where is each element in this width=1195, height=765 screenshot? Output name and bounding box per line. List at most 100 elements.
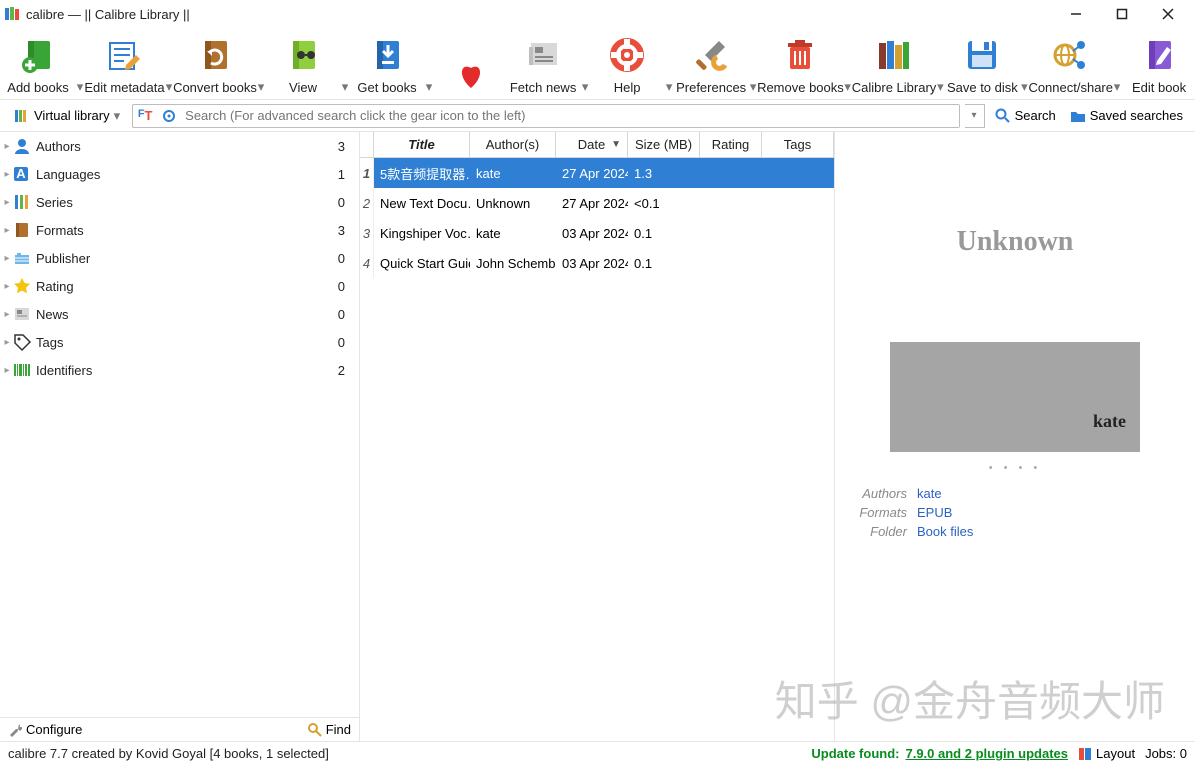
meta-folder-value[interactable]: Book files — [917, 524, 973, 539]
sidebar-item-languages[interactable]: ▸ A Languages 1 — [0, 160, 359, 188]
expand-icon[interactable]: ▸ — [2, 225, 12, 236]
maximize-button[interactable] — [1099, 0, 1145, 28]
expand-icon[interactable]: ▸ — [2, 253, 12, 264]
cell-date: 27 Apr 2024 — [556, 188, 628, 218]
sidebar-item-count: 2 — [338, 363, 351, 378]
update-found-label: Update found: — [811, 746, 899, 761]
preferences-button[interactable]: Preferences — [675, 32, 747, 95]
calibre-library-dropdown[interactable]: ▾ — [934, 79, 946, 95]
view-button[interactable]: View — [267, 32, 339, 95]
fetch-news-icon — [522, 34, 564, 76]
cell-authors: kate — [470, 218, 556, 248]
calibre-library-icon — [873, 34, 915, 76]
virtual-library-label: Virtual library — [34, 108, 110, 123]
sidebar-item-count: 3 — [338, 139, 351, 154]
get-books-icon — [366, 34, 408, 76]
convert-books-button[interactable]: Convert books — [175, 32, 255, 95]
get-books-dropdown[interactable]: ▾ — [423, 79, 435, 95]
close-button[interactable] — [1145, 0, 1191, 28]
sort-desc-icon: ▼ — [611, 139, 621, 150]
col-header-size[interactable]: Size (MB) — [628, 132, 700, 157]
edit-book-button[interactable]: Edit book — [1123, 32, 1195, 95]
sidebar-item-label: Publisher — [36, 251, 338, 266]
remove-books-label: Remove books — [757, 80, 844, 95]
table-row[interactable]: 4 Quick Start Guide John Schember 03 Apr… — [360, 248, 834, 278]
add-books-button[interactable]: Add books — [2, 32, 74, 95]
calibre-library-button[interactable]: Calibre Library — [854, 32, 935, 95]
search-button[interactable]: Search — [991, 108, 1060, 124]
col-header-authors[interactable]: Author(s) — [470, 132, 556, 157]
col-header-rating[interactable]: Rating — [700, 132, 762, 157]
meta-folder-label: Folder — [847, 524, 917, 539]
edit-metadata-button[interactable]: Edit metadata — [86, 32, 163, 95]
sidebar-item-publisher[interactable]: ▸ Publisher 0 — [0, 244, 359, 272]
expand-icon[interactable]: ▸ — [2, 141, 12, 152]
cell-date: 03 Apr 2024 — [556, 248, 628, 278]
virtual-library-button[interactable]: Virtual library ▾ — [8, 106, 126, 126]
sidebar-item-news[interactable]: ▸ News 0 — [0, 300, 359, 328]
identifiers-icon — [12, 360, 32, 380]
cell-authors: Unknown — [470, 188, 556, 218]
table-row[interactable]: 1 5款音频提取器… kate 27 Apr 2024 1.3 — [360, 158, 834, 188]
expand-icon[interactable]: ▸ — [2, 365, 12, 376]
cell-size: <0.1 — [628, 188, 700, 218]
expand-icon[interactable]: ▸ — [2, 197, 12, 208]
col-header-date[interactable]: Date▼ — [556, 132, 628, 157]
minimize-button[interactable] — [1053, 0, 1099, 28]
view-dropdown[interactable]: ▾ — [339, 79, 351, 95]
expand-icon[interactable]: ▸ — [2, 169, 12, 180]
rating-icon — [12, 276, 32, 296]
cover-title: Unknown — [957, 226, 1074, 258]
fetch-news-dropdown[interactable]: ▾ — [579, 79, 591, 95]
row-number: 2 — [360, 188, 374, 218]
search-icon — [995, 108, 1011, 124]
jobs-label[interactable]: Jobs: 0 — [1145, 746, 1187, 761]
preferences-icon — [690, 34, 732, 76]
help-dropdown[interactable]: ▾ — [663, 79, 675, 95]
sidebar-item-label: Identifiers — [36, 363, 338, 378]
search-input[interactable] — [181, 105, 958, 127]
meta-authors-value[interactable]: kate — [917, 486, 942, 501]
sidebar-item-rating[interactable]: ▸ Rating 0 — [0, 272, 359, 300]
fulltext-search-button[interactable]: FT — [133, 105, 157, 127]
meta-formats-value[interactable]: EPUB — [917, 505, 952, 520]
cell-title: Kingshiper Voc… — [374, 218, 470, 248]
authors-icon — [12, 136, 32, 156]
advanced-search-gear-button[interactable] — [157, 105, 181, 127]
saved-searches-button[interactable]: Saved searches — [1066, 108, 1187, 124]
sidebar-item-identifiers[interactable]: ▸ Identifiers 2 — [0, 356, 359, 384]
remove-books-button[interactable]: Remove books — [759, 32, 842, 95]
saved-searches-label: Saved searches — [1090, 108, 1183, 123]
expand-icon[interactable]: ▸ — [2, 309, 12, 320]
col-header-title[interactable]: Title — [374, 132, 470, 157]
help-button[interactable]: Help — [591, 32, 663, 95]
connect-share-dropdown[interactable]: ▾ — [1111, 79, 1123, 95]
splitter-handle[interactable]: • • • • — [835, 462, 1195, 480]
heart-button[interactable] — [435, 51, 507, 95]
sidebar-item-authors[interactable]: ▸ Authors 3 — [0, 132, 359, 160]
fetch-news-button[interactable]: Fetch news — [507, 32, 579, 95]
save-to-disk-button[interactable]: Save to disk — [946, 32, 1018, 95]
search-history-dropdown[interactable]: ▾ — [965, 104, 985, 128]
sidebar-item-series[interactable]: ▸ Series 0 — [0, 188, 359, 216]
convert-books-dropdown[interactable]: ▾ — [255, 79, 267, 95]
get-books-button[interactable]: Get books — [351, 32, 423, 95]
find-button[interactable]: Find — [308, 722, 351, 737]
cover-preview[interactable]: Unknown kate — [835, 132, 1195, 462]
update-link[interactable]: 7.9.0 and 2 plugin updates — [905, 746, 1068, 761]
search-icon — [308, 723, 322, 737]
cell-tags — [762, 188, 834, 218]
table-row[interactable]: 2 New Text Docu… Unknown 27 Apr 2024 <0.… — [360, 188, 834, 218]
expand-icon[interactable]: ▸ — [2, 337, 12, 348]
tag-browser: ▸ Authors 3▸ A Languages 1▸ Series 0▸ Fo… — [0, 132, 360, 741]
expand-icon[interactable]: ▸ — [2, 281, 12, 292]
layout-button[interactable]: Layout — [1078, 746, 1135, 761]
cell-tags — [762, 248, 834, 278]
table-row[interactable]: 3 Kingshiper Voc… kate 03 Apr 2024 0.1 — [360, 218, 834, 248]
col-header-tags[interactable]: Tags — [762, 132, 834, 157]
sidebar-item-formats[interactable]: ▸ Formats 3 — [0, 216, 359, 244]
connect-share-button[interactable]: Connect/share — [1030, 32, 1111, 95]
edit-metadata-icon — [103, 34, 145, 76]
configure-button[interactable]: Configure — [8, 722, 82, 737]
sidebar-item-tags[interactable]: ▸ Tags 0 — [0, 328, 359, 356]
